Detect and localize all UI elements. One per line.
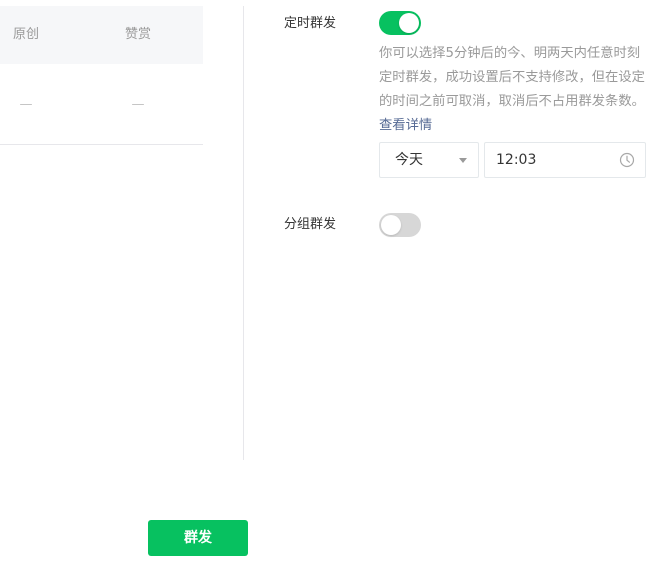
toggle-knob bbox=[381, 215, 401, 235]
day-select-value: 今天 bbox=[395, 152, 423, 168]
view-details-link[interactable]: 查看详情 bbox=[379, 118, 432, 133]
day-select[interactable]: 今天 bbox=[379, 142, 479, 178]
stats-divider bbox=[0, 144, 203, 145]
time-input-value: 12:03 bbox=[496, 152, 537, 168]
reward-value: — bbox=[131, 97, 145, 112]
toggle-knob bbox=[399, 13, 419, 33]
scheduled-description: 你可以选择5分钟后的今、明两天内任意时刻定时群发，成功设置后不支持修改，但在设定… bbox=[379, 42, 649, 138]
stats-header: 原创 赞赏 bbox=[0, 6, 203, 64]
col-original-header: 原创 bbox=[12, 27, 39, 42]
time-input[interactable]: 12:03 bbox=[484, 142, 646, 178]
article-stats-table: 原创 赞赏 — — bbox=[0, 6, 203, 145]
chevron-down-icon bbox=[459, 158, 467, 163]
publish-button[interactable]: 群发 bbox=[148, 520, 248, 556]
scheduled-publish-toggle[interactable] bbox=[379, 11, 421, 35]
column-separator bbox=[243, 6, 244, 460]
scheduled-publish-label: 定时群发 bbox=[284, 16, 337, 31]
clock-icon[interactable] bbox=[619, 152, 635, 168]
group-publish-label: 分组群发 bbox=[284, 217, 337, 232]
group-publish-toggle[interactable] bbox=[379, 213, 421, 237]
col-reward-header: 赞赏 bbox=[124, 27, 151, 42]
scheduled-description-text: 你可以选择5分钟后的今、明两天内任意时刻定时群发，成功设置后不支持修改，但在设定… bbox=[379, 46, 645, 109]
original-value: — bbox=[19, 97, 33, 112]
